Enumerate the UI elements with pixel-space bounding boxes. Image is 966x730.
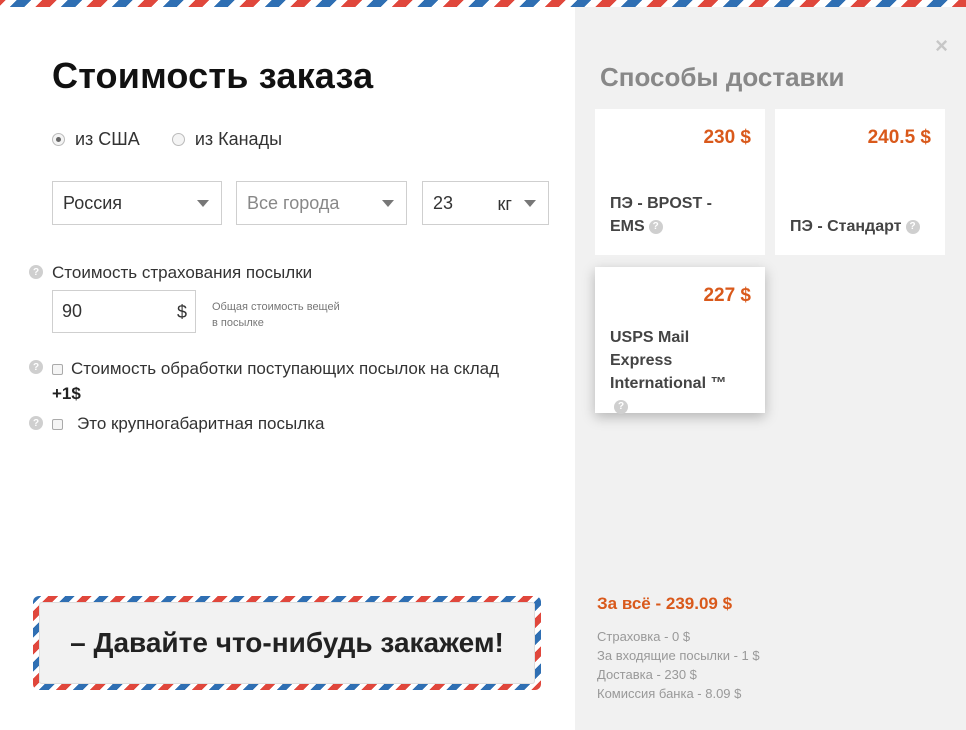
origin-radio-group: из США из Канады bbox=[52, 129, 314, 150]
processing-checkbox[interactable] bbox=[52, 363, 63, 375]
order-cost-panel: Стоимость заказа из США из Канады Россия… bbox=[0, 7, 575, 730]
breakdown-line: За входящие посылки - 1 $ bbox=[597, 648, 760, 663]
cost-breakdown: Страховка - 0 $ За входящие посылки - 1 … bbox=[597, 627, 760, 703]
page-title: Стоимость заказа bbox=[52, 55, 374, 96]
help-icon[interactable]: ? bbox=[648, 219, 663, 234]
chevron-down-icon bbox=[382, 200, 394, 207]
chevron-down-icon bbox=[197, 200, 209, 207]
processing-checkbox-row[interactable]: Стоимость обработки поступающих посылок … bbox=[52, 359, 499, 379]
radio-checked-icon[interactable] bbox=[52, 133, 65, 146]
total-price: За всё - 239.09 $ bbox=[597, 594, 733, 613]
help-icon[interactable]: ? bbox=[905, 219, 920, 234]
origin-canada-label: из Канады bbox=[194, 129, 283, 149]
insurance-label: Стоимость страхования посылки bbox=[52, 263, 313, 282]
city-select-placeholder: Все города bbox=[247, 192, 340, 213]
country-select-value: Россия bbox=[63, 192, 123, 213]
insurance-input[interactable]: 90 $ bbox=[52, 290, 196, 333]
order-button[interactable]: – Давайте что-нибудь закажем! bbox=[39, 602, 535, 684]
order-button-frame: – Давайте что-нибудь закажем! bbox=[33, 596, 541, 690]
chevron-down-icon bbox=[524, 200, 536, 207]
origin-canada-radio[interactable]: из Канады bbox=[171, 129, 283, 150]
oversize-checkbox[interactable] bbox=[52, 418, 63, 430]
help-icon[interactable]: ? bbox=[614, 399, 628, 414]
breakdown-line: Комиссия банка - 8.09 $ bbox=[597, 686, 742, 701]
oversize-label: Это крупногабаритная посылка bbox=[77, 414, 325, 433]
breakdown-line: Страховка - 0 $ bbox=[597, 629, 691, 644]
country-select[interactable]: Россия bbox=[52, 181, 222, 225]
delivery-name: USPS Mail Express International ™? bbox=[610, 326, 740, 418]
delivery-price: 230 $ bbox=[703, 127, 751, 148]
delivery-title: Способы доставки bbox=[600, 62, 845, 92]
delivery-name-text: ПЭ - Стандарт bbox=[790, 218, 902, 235]
radio-unchecked-icon[interactable] bbox=[171, 133, 185, 146]
weight-unit: кг bbox=[497, 194, 512, 214]
delivery-name: ПЭ - BPOST - EMS? bbox=[610, 192, 750, 238]
delivery-price: 240.5 $ bbox=[867, 127, 931, 148]
help-icon[interactable]: ? bbox=[29, 416, 43, 430]
delivery-price: 227 $ bbox=[703, 285, 751, 306]
delivery-card-usps[interactable]: 227 $ USPS Mail Express International ™? bbox=[595, 267, 765, 414]
insurance-value: 90 bbox=[62, 301, 83, 321]
delivery-card-bpost[interactable]: 230 $ ПЭ - BPOST - EMS? bbox=[595, 109, 765, 255]
breakdown-line: Доставка - 230 $ bbox=[597, 667, 697, 682]
help-icon[interactable]: ? bbox=[29, 265, 43, 279]
weight-value: 23 bbox=[433, 192, 454, 213]
weight-select[interactable]: 23 кг bbox=[422, 181, 549, 225]
delivery-name: ПЭ - Стандарт? bbox=[790, 215, 920, 238]
close-icon[interactable]: × bbox=[935, 33, 948, 59]
delivery-panel: × Способы доставки 230 $ ПЭ - BPOST - EM… bbox=[575, 7, 966, 730]
insurance-currency: $ bbox=[176, 302, 187, 322]
envelope-stripe bbox=[0, 0, 966, 7]
delivery-name-text: USPS Mail Express International ™ bbox=[610, 329, 727, 392]
delivery-card-standard[interactable]: 240.5 $ ПЭ - Стандарт? bbox=[775, 109, 945, 255]
origin-usa-radio[interactable]: из США bbox=[52, 129, 140, 150]
city-select[interactable]: Все города bbox=[236, 181, 407, 225]
oversize-checkbox-row[interactable]: Это крупногабаритная посылка bbox=[52, 414, 324, 434]
help-icon[interactable]: ? bbox=[29, 360, 43, 374]
insurance-note: Общая стоимость вещей в посылке bbox=[212, 301, 340, 329]
processing-label: Стоимость обработки поступающих посылок … bbox=[71, 359, 500, 378]
origin-usa-label: из США bbox=[75, 129, 140, 149]
processing-price: +1$ bbox=[52, 384, 81, 403]
